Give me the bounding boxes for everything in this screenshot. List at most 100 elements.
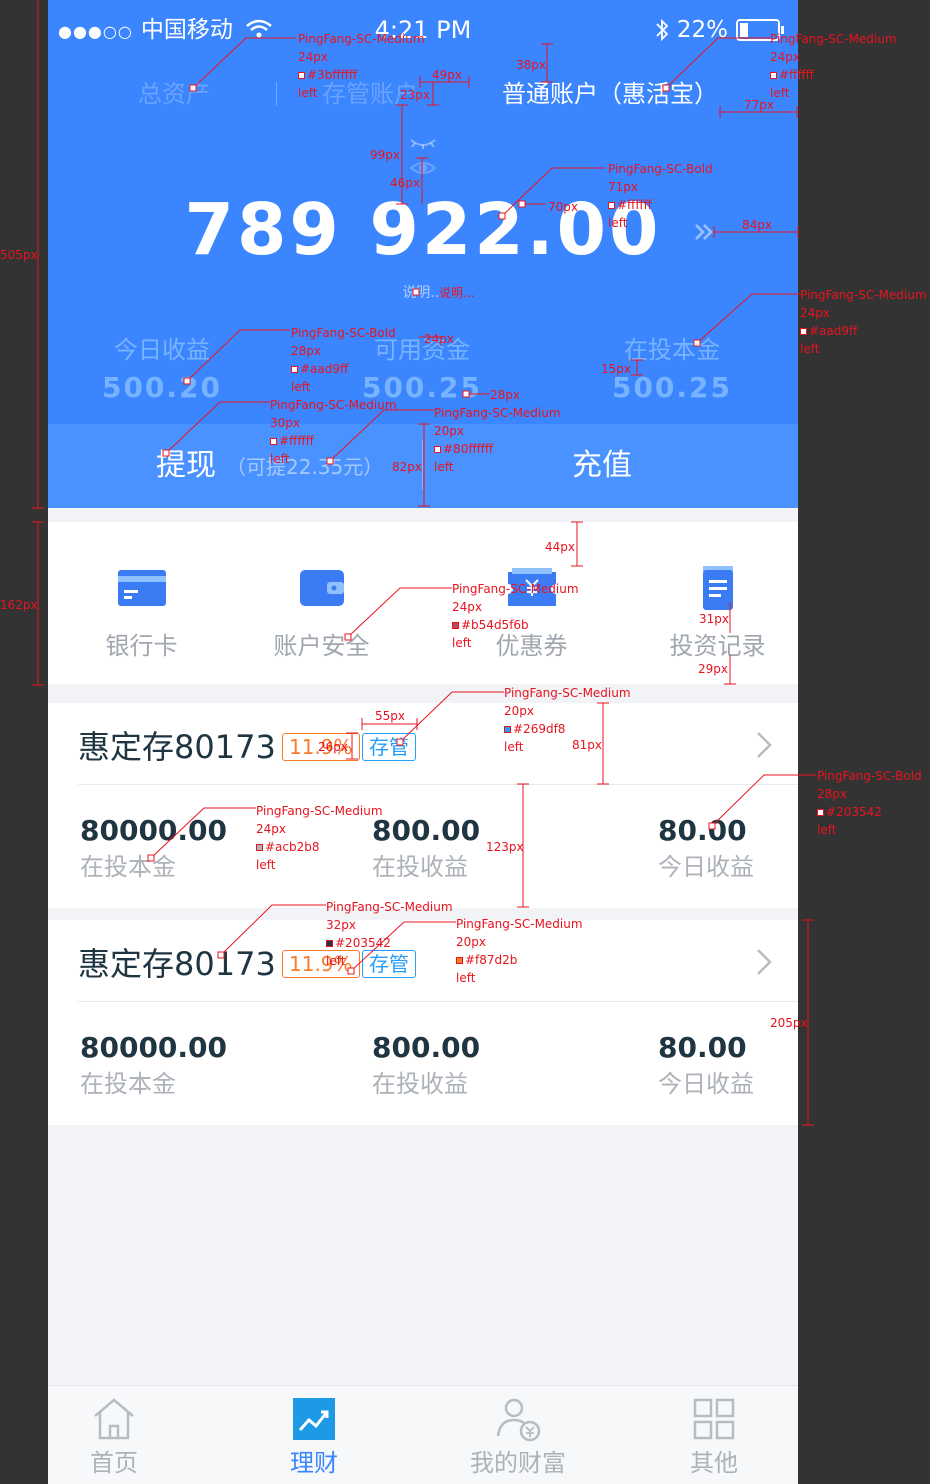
battery-percent: 22% <box>676 17 728 43</box>
annotation-spec-e: PingFang-SC-Bold 28px #aad9ff left <box>291 326 396 394</box>
color-swatch <box>434 446 441 453</box>
nav-label: 其他 <box>690 1449 738 1477</box>
dim-label: 55px <box>375 709 405 723</box>
dim-label: 99px <box>370 148 400 162</box>
color-swatch <box>326 940 333 947</box>
col-label: 今日收益 <box>658 1070 754 1098</box>
status-right: 22% <box>655 14 784 46</box>
dim-label: 23px <box>400 88 430 102</box>
nav-finance[interactable]: 理财 <box>220 1386 408 1484</box>
action-separator <box>422 440 423 490</box>
dim-label: 205px <box>770 1016 808 1030</box>
product-title: 惠定存80173 <box>78 945 276 983</box>
stat-label: 今日收益 <box>114 336 210 364</box>
dim-label: 31px <box>699 612 729 626</box>
chevron-right-icon[interactable] <box>754 731 774 759</box>
color-swatch <box>800 328 807 335</box>
col-label: 在投本金 <box>80 1070 176 1098</box>
chart-icon <box>293 1398 335 1440</box>
quick-item-bank-card[interactable]: 银行卡 <box>48 522 235 684</box>
nav-label: 我的财富 <box>470 1449 566 1477</box>
annotation-spec-i: PingFang-SC-Medium 20px #269df8 left <box>504 686 631 754</box>
nav-my-wealth[interactable]: 我的财富 <box>424 1386 612 1484</box>
product-col-principal: 80000.00 在投本金 <box>80 1030 227 1102</box>
col-value: 80.00 <box>658 1031 747 1064</box>
grid-icon <box>693 1398 735 1440</box>
tab-total-assets[interactable]: 总资产 <box>138 74 210 114</box>
dim-label: 81px <box>572 738 602 752</box>
product-col-principal: 80000.00 在投本金 <box>80 813 227 885</box>
annotation-spec-k: PingFang-SC-Medium 24px #acb2b8 left <box>256 804 383 872</box>
bluetooth-icon <box>656 18 669 42</box>
annotation-spec-g: PingFang-SC-Medium 20px #80ffffff left <box>434 406 561 474</box>
color-swatch <box>770 72 777 79</box>
color-swatch <box>608 202 615 209</box>
dim-label: 38px <box>516 58 546 72</box>
dim-label: 84px <box>742 218 772 232</box>
product-title: 惠定存80173 <box>78 728 276 766</box>
col-value: 800.00 <box>372 814 481 847</box>
col-label: 在投本金 <box>80 853 176 881</box>
withdraw-button[interactable]: 提现 <box>156 446 216 486</box>
dim-label: 28px <box>490 388 520 402</box>
color-swatch <box>298 72 305 79</box>
nav-home[interactable]: 首页 <box>48 1386 208 1484</box>
card-divider <box>78 784 798 785</box>
quick-item-account-security[interactable]: 账户安全 <box>228 522 415 684</box>
annotation-spec-c: PingFang-SC-Bold 71px #ffffff left <box>608 162 713 230</box>
dim-label: 15px <box>601 362 631 376</box>
color-swatch <box>291 366 298 373</box>
color-swatch <box>452 622 459 629</box>
bank-card-icon <box>118 570 166 606</box>
annotation-spec-b: PingFang-SC-Medium 24px #ffffff left <box>770 32 897 100</box>
tab-separator <box>276 82 277 106</box>
quick-item-label: 投资记录 <box>669 632 766 660</box>
color-swatch <box>817 809 824 816</box>
product-col-income: 800.00 在投收益 <box>372 813 480 885</box>
product-col-today: 80.00 今日收益 <box>658 1030 754 1102</box>
dim-label: 123px <box>486 840 524 854</box>
explain-link[interactable]: 说明... <box>48 282 798 302</box>
bottom-tab-bar: 首页 理财 我的财富 其他 <box>48 1385 798 1484</box>
dim-label: 26px <box>318 740 348 754</box>
annotation-spec-d: PingFang-SC-Medium 24px #aad9ff left <box>800 288 927 356</box>
nav-label: 理财 <box>290 1449 338 1477</box>
stat-today-income: 今日收益 500.20 <box>72 332 252 408</box>
wifi-icon <box>246 19 272 38</box>
user-yuan-icon <box>496 1398 541 1442</box>
card-divider <box>78 1001 798 1002</box>
col-value: 80.00 <box>658 814 747 847</box>
quick-item-label: 银行卡 <box>105 632 178 660</box>
col-label: 今日收益 <box>658 853 754 881</box>
chevron-right-icon[interactable] <box>754 948 774 976</box>
annotation-spec-f: PingFang-SC-Medium 30px #ffffff left <box>270 398 397 466</box>
dim-label: 505px <box>0 248 38 262</box>
product-col-income: 800.00 在投收益 <box>372 1030 480 1102</box>
dim-label: 70px <box>548 200 578 214</box>
color-swatch <box>270 438 277 445</box>
nav-other[interactable]: 其他 <box>620 1386 798 1484</box>
dim-label: 46px <box>390 176 420 190</box>
col-value: 80000.00 <box>80 1031 228 1064</box>
color-swatch <box>504 726 511 733</box>
carrier-name: 中国移动 <box>140 17 233 43</box>
dim-label: 24px <box>424 332 454 346</box>
document-icon <box>703 566 733 610</box>
dim-label: 77px <box>744 98 774 112</box>
product-card[interactable]: 惠定存80173 11.9% 存管 80000.00 在投本金 800.00 在… <box>48 703 798 908</box>
tab-normal-account[interactable]: 普通账户（惠活宝） <box>502 74 718 114</box>
col-label: 在投收益 <box>372 1070 468 1098</box>
recharge-button[interactable]: 充值 <box>572 446 632 486</box>
col-label: 在投收益 <box>372 853 468 881</box>
home-icon <box>94 1398 134 1440</box>
color-swatch <box>256 844 263 851</box>
color-swatch <box>456 957 463 964</box>
quick-item-label: 账户安全 <box>273 632 370 660</box>
product-col-today: 80.00 今日收益 <box>658 813 754 885</box>
annotation-spec-m: PingFang-SC-Medium 20px #f87d2b left <box>456 917 583 985</box>
col-value: 80000.00 <box>80 814 228 847</box>
annotation-spec-h: PingFang-SC-Medium 24px #b54d5f6b left <box>452 582 579 650</box>
status-carrier: ●●●○○ 中国移动 <box>58 14 272 46</box>
col-value: 800.00 <box>372 1031 481 1064</box>
nav-label: 首页 <box>90 1449 138 1477</box>
